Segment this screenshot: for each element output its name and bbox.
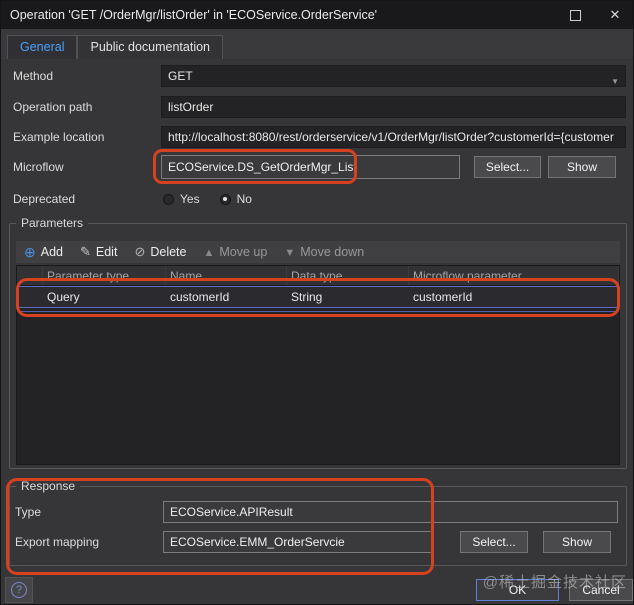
microflow-select-button[interactable]: Select... [474, 156, 541, 178]
cell-data-type: String [291, 290, 323, 304]
row-gutter [17, 287, 43, 307]
row-gutter [17, 266, 43, 285]
edit-button-label: Edit [95, 245, 118, 259]
close-icon [610, 7, 621, 23]
add-circle-icon [24, 244, 36, 261]
operation-path-label: Operation path [13, 100, 93, 114]
pencil-icon [80, 244, 91, 260]
response-group-label: Response [16, 479, 81, 494]
table-row[interactable]: Query customerId String customerId [17, 286, 619, 308]
cell-name: customerId [170, 290, 230, 304]
chevron-down-icon [611, 70, 619, 86]
operation-dialog: Operation 'GET /OrderMgr/listOrder' in '… [0, 0, 634, 605]
tab-public-documentation[interactable]: Public documentation [77, 35, 224, 59]
method-value: GET [168, 69, 193, 83]
export-mapping-select-button[interactable]: Select... [460, 531, 528, 553]
response-type-value: ECOService.APIResult [163, 501, 618, 523]
export-mapping-value: ECOService.EMM_OrderServcie [163, 531, 434, 553]
radio-yes-label: Yes [180, 192, 200, 206]
method-dropdown[interactable]: GET [161, 65, 626, 87]
cell-microflow-parameter: customerId [413, 290, 473, 304]
close-button[interactable] [595, 1, 633, 29]
column-header-data-type[interactable]: Data type [287, 266, 409, 285]
help-button[interactable] [5, 577, 33, 603]
triangle-up-icon [203, 245, 214, 259]
column-header-name[interactable]: Name [166, 266, 287, 285]
operation-path-input[interactable]: listOrder [161, 96, 626, 118]
parameters-group-label: Parameters [16, 216, 89, 231]
microflow-label: Microflow [13, 160, 64, 174]
move-up-button-label: Move up [219, 245, 268, 259]
column-header-microflow-parameter[interactable]: Microflow parameter [409, 266, 619, 285]
radio-no-label: No [236, 192, 252, 206]
watermark: @稀土掘金技术社区 [482, 574, 627, 591]
tab-strip: General Public documentation [1, 29, 633, 59]
move-down-button[interactable]: Move down [284, 245, 364, 259]
microflow-show-button[interactable]: Show [548, 156, 616, 178]
dialog-title: Operation 'GET /OrderMgr/listOrder' in '… [10, 8, 378, 22]
maximize-button[interactable] [555, 1, 595, 29]
deprecated-radio-group: Yes No [163, 192, 266, 206]
tab-general[interactable]: General [7, 35, 78, 59]
radio-yes[interactable] [163, 193, 174, 205]
delete-button[interactable]: Delete [134, 244, 186, 260]
delete-button-label: Delete [150, 245, 187, 259]
move-down-button-label: Move down [300, 245, 365, 259]
triangle-down-icon [284, 245, 295, 259]
response-group: Response [9, 479, 627, 566]
table-header-row: Parameter type Name Data type Microflow … [17, 266, 619, 286]
parameters-toolbar: Add Edit Delete Move up Move down [16, 241, 620, 263]
no-entry-icon [134, 244, 145, 260]
parameters-group: Parameters Add Edit Delete Move up Move … [9, 216, 627, 469]
response-type-label: Type [15, 505, 42, 519]
method-label: Method [13, 69, 54, 83]
deprecated-label: Deprecated [13, 192, 76, 206]
edit-button[interactable]: Edit [80, 244, 118, 260]
maximize-icon [569, 9, 581, 21]
example-location-label: Example location [13, 130, 105, 144]
parameters-table: Parameter type Name Data type Microflow … [16, 265, 620, 465]
selection-focus-line [18, 311, 618, 312]
help-icon [11, 582, 27, 598]
example-location-value: http://localhost:8080/rest/orderservice/… [161, 126, 626, 148]
title-bar: Operation 'GET /OrderMgr/listOrder' in '… [1, 1, 633, 29]
export-mapping-show-button[interactable]: Show [543, 531, 611, 553]
cell-parameter-type: Query [47, 290, 80, 304]
move-up-button[interactable]: Move up [203, 245, 267, 259]
microflow-value: ECOService.DS_GetOrderMgr_List [161, 155, 460, 179]
add-button-label: Add [40, 245, 63, 259]
column-header-parameter-type[interactable]: Parameter type [43, 266, 166, 285]
add-button[interactable]: Add [24, 244, 63, 261]
export-mapping-label: Export mapping [15, 535, 100, 549]
radio-no[interactable] [219, 193, 231, 205]
